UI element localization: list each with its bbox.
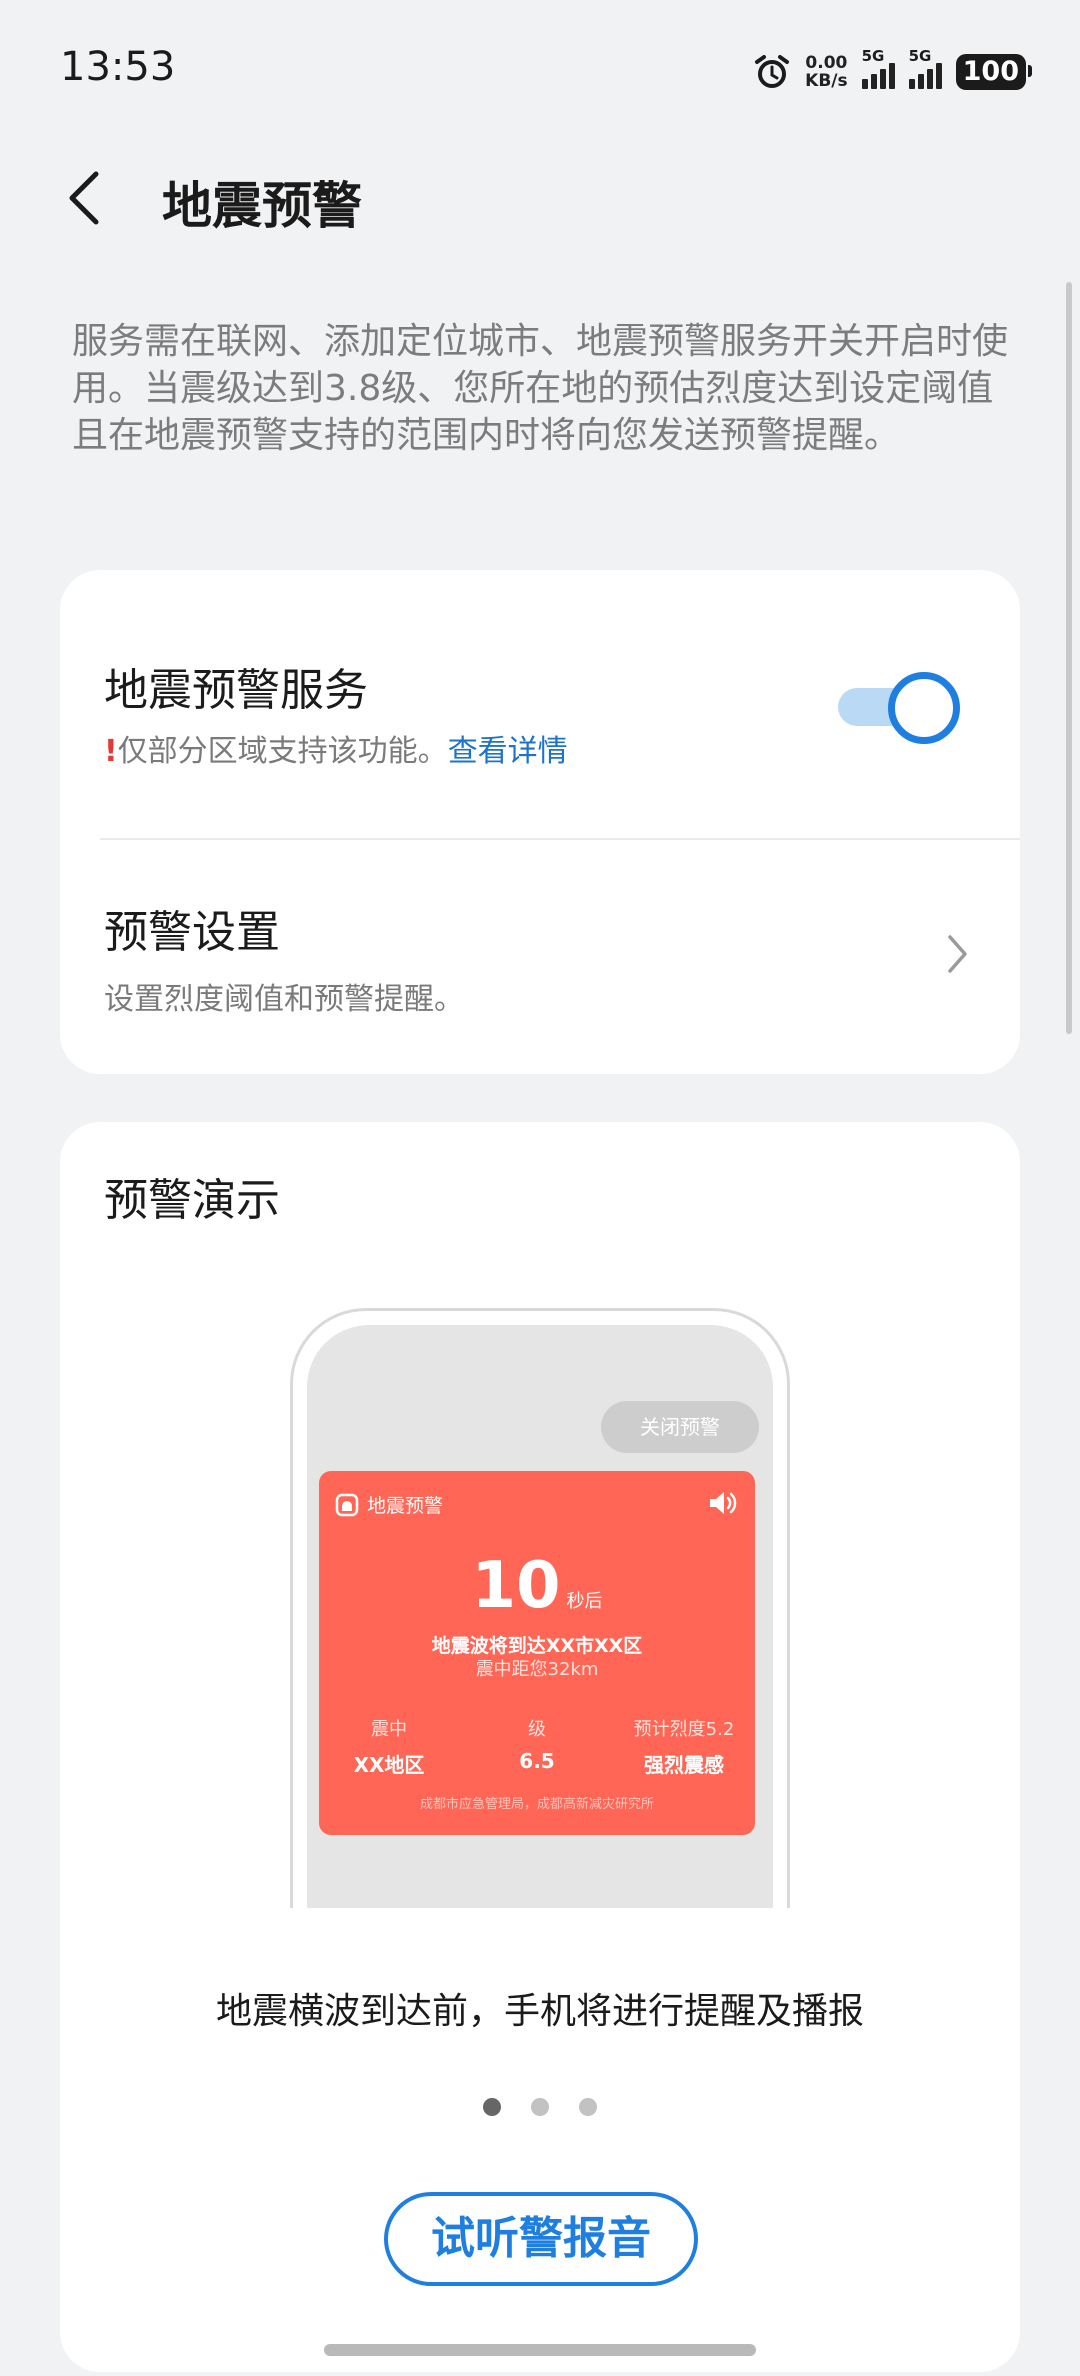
alarm-icon [755, 55, 790, 88]
page-dot-3[interactable] [579, 2098, 597, 2116]
scrollbar[interactable] [1066, 282, 1072, 1034]
listen-alarm-button[interactable]: 试听警报音 [384, 2192, 698, 2286]
phone-screen: 关闭预警 地震预警 10 秒后 地震波将到达XX市XX区 震中距您32km 震中… [307, 1325, 773, 1908]
home-indicator[interactable] [324, 2344, 756, 2356]
epicenter-info: 震中 XX地区 [353, 1719, 425, 1777]
page-dot-2[interactable] [531, 2098, 549, 2116]
demo-title: 预警演示 [104, 1175, 280, 1226]
page-indicator [60, 2098, 1020, 2116]
alert-header: 地震预警 [335, 1491, 443, 1518]
demo-card: 预警演示 关闭预警 地震预警 10 秒后 地震波将到达XX市XX区 震中距您32… [60, 1122, 1020, 2372]
speaker-icon [710, 1492, 737, 1514]
page-title: 地震预警 [162, 177, 362, 235]
service-toggle[interactable] [838, 672, 960, 744]
status-icons: 0.00 KB/s 5G 5G 100 [753, 47, 1033, 94]
phone-illustration: 关闭预警 地震预警 10 秒后 地震波将到达XX市XX区 震中距您32km 震中… [290, 1308, 790, 1908]
alert-card: 地震预警 10 秒后 地震波将到达XX市XX区 震中距您32km 震中 XX地区 … [319, 1471, 755, 1835]
intensity-info: 预计烈度5.2 强烈震感 [633, 1719, 735, 1777]
details-link[interactable]: 查看详情 [448, 734, 568, 769]
countdown: 10 秒后 [471, 1549, 603, 1623]
close-alert-button: 关闭预警 [601, 1401, 759, 1453]
service-row[interactable]: 地震预警服务 !仅部分区域支持该功能。查看详情 [104, 654, 568, 770]
alarm-light-icon [335, 1493, 359, 1516]
magnitude-info: 级 6.5 [519, 1719, 555, 1773]
service-note: !仅部分区域支持该功能。查看详情 [104, 734, 568, 769]
settings-subtitle: 设置烈度阈值和预警提醒。 [104, 982, 464, 1017]
warning-icon: ! [104, 734, 118, 769]
arrival-text: 地震波将到达XX市XX区 [431, 1635, 643, 1657]
distance-text: 震中距您32km [475, 1659, 599, 1680]
service-card: 地震预警服务 !仅部分区域支持该功能。查看详情 预警设置 设置烈度阈值和预警提醒… [60, 570, 1020, 1074]
signal-sim1-icon: 5G [861, 47, 895, 89]
battery-icon: 100 [955, 54, 1033, 90]
status-time: 13:53 [60, 44, 176, 90]
divider [100, 838, 1020, 840]
network-speed: 0.00 KB/s [805, 53, 848, 91]
settings-title: 预警设置 [104, 907, 280, 958]
demo-caption: 地震横波到达前，手机将进行提醒及播报 [215, 1991, 864, 2032]
page-dot-1[interactable] [483, 2098, 501, 2116]
data-source: 成都市应急管理局，成都高新减灾研究所 [419, 1797, 654, 1812]
signal-sim2-icon: 5G [908, 47, 942, 89]
service-description: 服务需在联网、添加定位城市、地震预警服务开关开启时使用。当震级达到3.8级、您所… [72, 321, 1009, 456]
chevron-right-icon[interactable] [945, 930, 971, 978]
service-title: 地震预警服务 [104, 665, 368, 716]
settings-row[interactable]: 预警设置 设置烈度阈值和预警提醒。 [104, 896, 464, 1018]
back-arrow-icon[interactable] [62, 168, 108, 228]
